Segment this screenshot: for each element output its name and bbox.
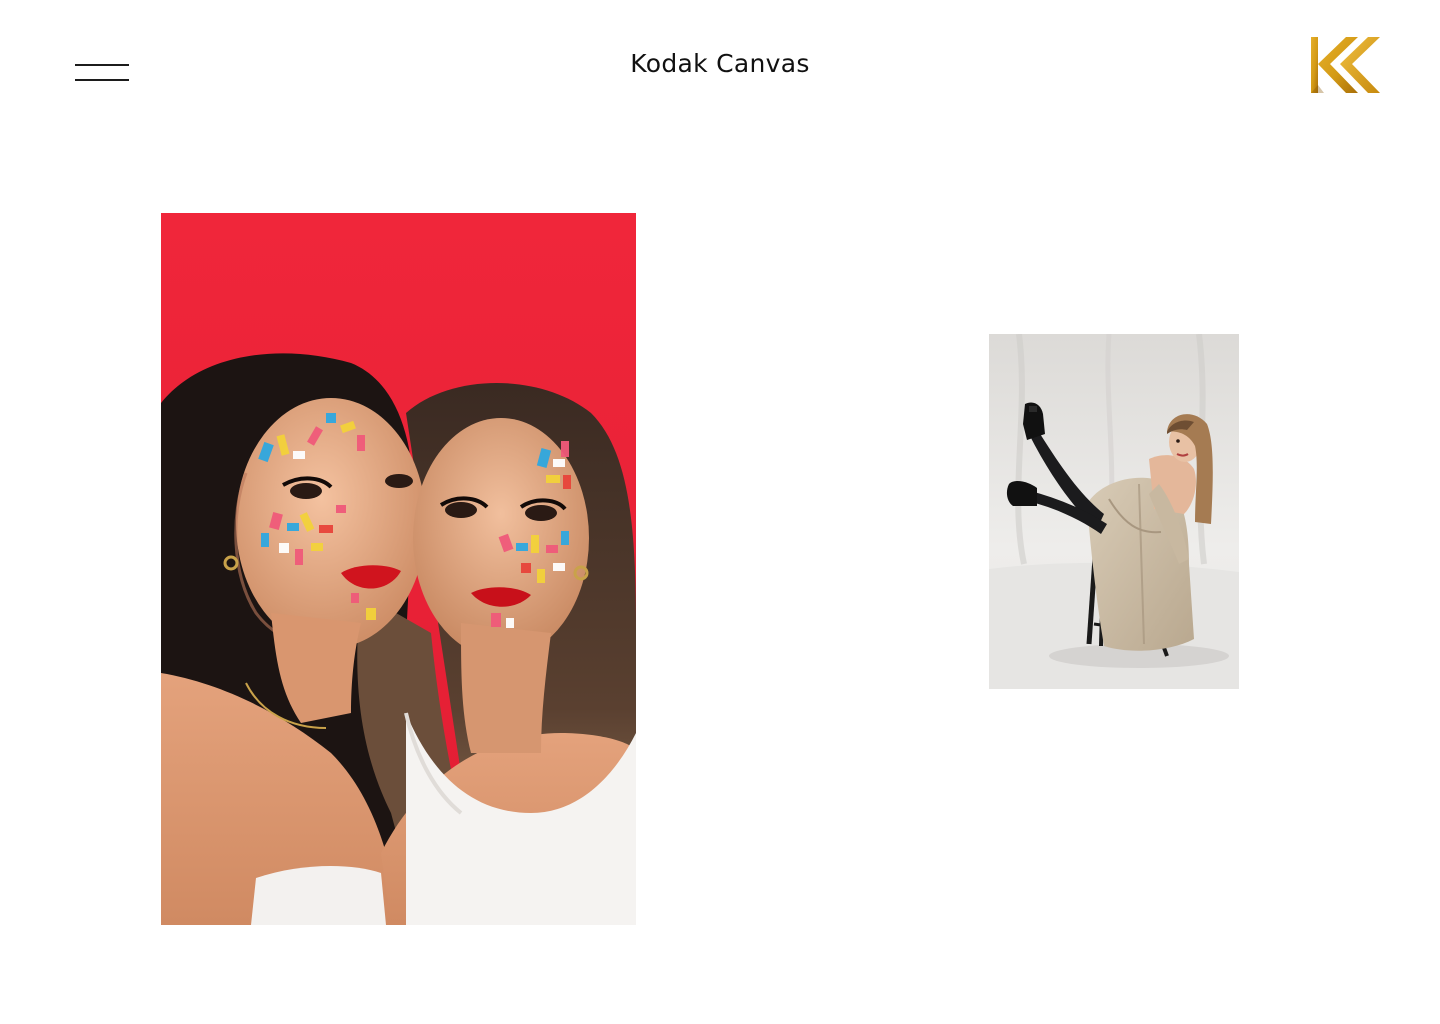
photo-trench-coat-image	[989, 334, 1239, 689]
gallery-photo-face-paint[interactable]	[161, 213, 636, 925]
photo-face-paint-image	[161, 213, 636, 925]
gallery-photo-trench-coat[interactable]	[989, 334, 1239, 689]
kc-monogram-logo[interactable]	[1310, 36, 1384, 94]
logo-icon	[1311, 37, 1380, 93]
page: Kodak Canvas	[0, 0, 1440, 1024]
menu-button[interactable]	[75, 58, 129, 86]
hamburger-menu-icon	[75, 64, 129, 66]
hamburger-menu-icon-line	[75, 79, 129, 81]
site-title[interactable]: Kodak Canvas	[520, 46, 920, 86]
